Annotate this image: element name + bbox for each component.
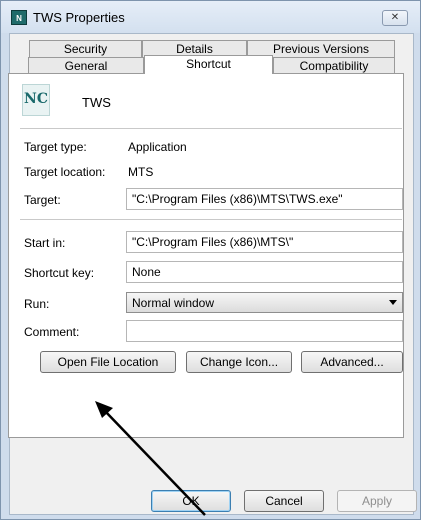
arrow-annotation	[95, 401, 206, 516]
arrow-shaft	[103, 409, 206, 516]
